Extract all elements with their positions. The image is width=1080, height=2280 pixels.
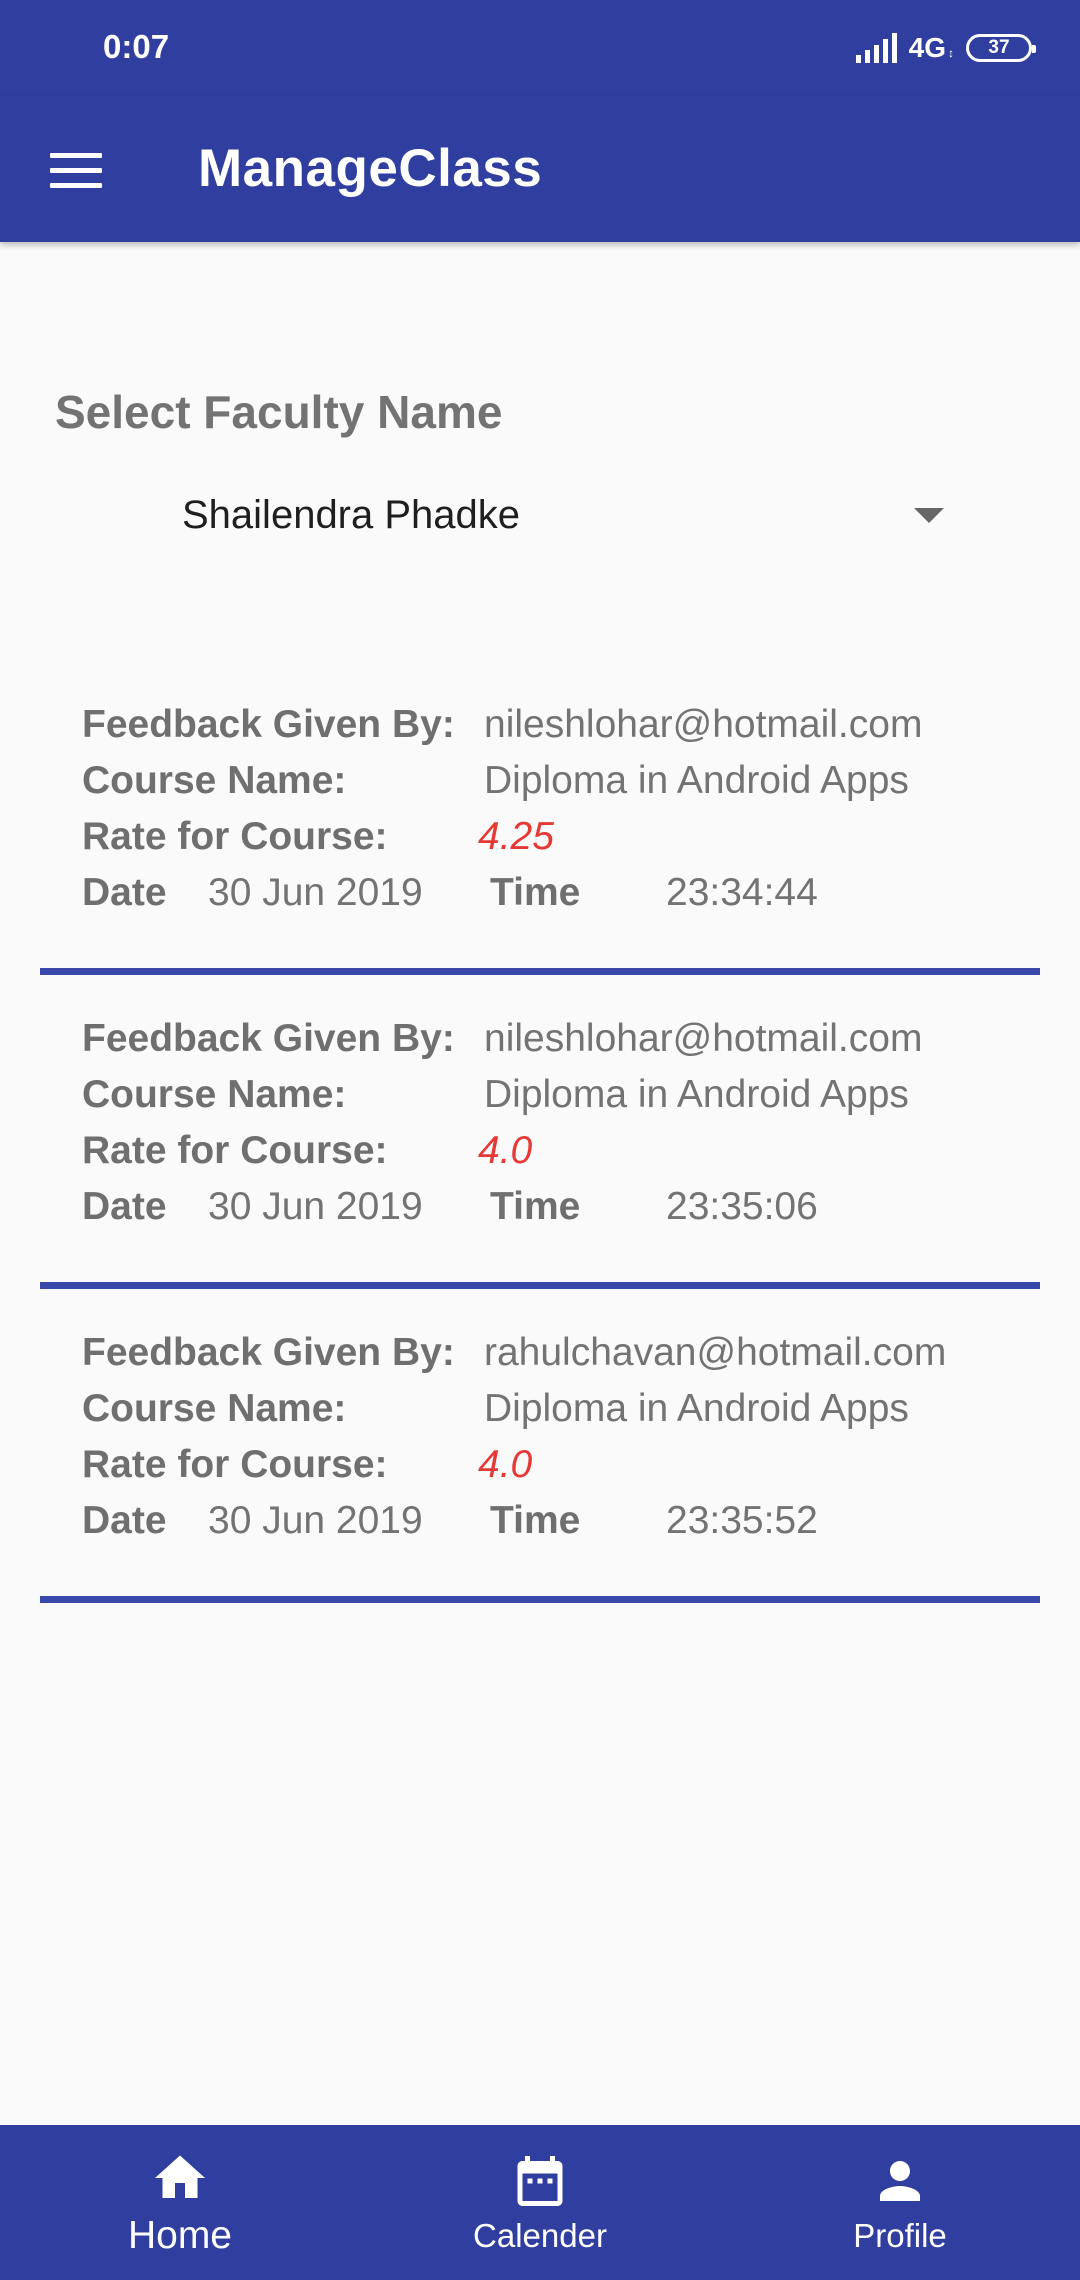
nav-profile[interactable]: Profile [750, 2125, 1050, 2280]
time-value: 23:35:52 [666, 1499, 818, 1542]
course-name-label: Course Name: [82, 1073, 347, 1116]
home-icon [155, 2155, 205, 2198]
rating-value: 4.0 [478, 1443, 533, 1486]
feedback-card: Feedback Given By: rahulchavan@hotmail.c… [40, 1289, 1040, 1603]
feedback-card: Feedback Given By: nileshlohar@hotmail.c… [40, 661, 1040, 975]
time-label: Time [490, 871, 581, 914]
rate-label: Rate for Course: [82, 1443, 388, 1486]
course-name-value: Diploma in Android Apps [484, 1073, 909, 1116]
course-name-value: Diploma in Android Apps [484, 759, 909, 802]
faculty-selected-value: Shailendra Phadke [182, 492, 521, 537]
rating-value: 4.25 [478, 815, 554, 858]
nav-home[interactable]: Home [30, 2125, 330, 2280]
status-time: 0:07 [103, 28, 170, 65]
date-label: Date [82, 1499, 167, 1542]
signal-icon [855, 33, 897, 63]
bottom-navigation: Home Calender Profile [0, 2125, 1080, 2280]
feedback-email: rahulchavan@hotmail.com [484, 1331, 947, 1374]
feedback-by-label: Feedback Given By: [82, 703, 455, 746]
rate-label: Rate for Course: [82, 815, 388, 858]
rating-value: 4.0 [478, 1129, 533, 1172]
battery-icon: 37 [966, 34, 1036, 62]
app-title: ManageClass [198, 139, 543, 198]
app-bar: ManageClass [0, 96, 1080, 242]
course-name-label: Course Name: [82, 1387, 347, 1430]
dropdown-arrow-icon [914, 508, 944, 523]
rate-label: Rate for Course: [82, 1129, 388, 1172]
hamburger-menu-icon[interactable] [44, 140, 108, 200]
date-value: 30 Jun 2019 [208, 1185, 423, 1228]
date-label: Date [82, 1185, 167, 1228]
network-type: 4G ↕ [908, 32, 954, 63]
time-label: Time [490, 1499, 581, 1542]
select-faculty-label: Select Faculty Name [55, 386, 503, 438]
battery-level: 37 [988, 37, 1010, 58]
feedback-email: nileshlohar@hotmail.com [484, 703, 923, 746]
time-label: Time [490, 1185, 581, 1228]
feedback-email: nileshlohar@hotmail.com [484, 1017, 923, 1060]
feedback-by-label: Feedback Given By: [82, 1017, 455, 1060]
faculty-dropdown[interactable]: Shailendra Phadke [150, 478, 970, 552]
course-name-label: Course Name: [82, 759, 347, 802]
time-value: 23:35:06 [666, 1185, 818, 1228]
status-icons: 4G ↕ 37 [855, 28, 1036, 68]
calendar-icon [517, 2155, 563, 2206]
course-name-value: Diploma in Android Apps [484, 1387, 909, 1430]
person-icon [880, 2160, 920, 2201]
time-value: 23:34:44 [666, 871, 818, 914]
feedback-by-label: Feedback Given By: [82, 1331, 455, 1374]
date-label: Date [82, 871, 167, 914]
status-bar: 0:07 4G ↕ 37 [0, 0, 1080, 96]
date-value: 30 Jun 2019 [208, 871, 423, 914]
nav-calender[interactable]: Calender [390, 2125, 690, 2280]
nav-profile-label: Profile [853, 2216, 947, 2254]
nav-home-label: Home [127, 2213, 233, 2257]
date-value: 30 Jun 2019 [208, 1499, 423, 1542]
feedback-card: Feedback Given By: nileshlohar@hotmail.c… [40, 975, 1040, 1289]
nav-calender-label: Calender [473, 2216, 607, 2254]
